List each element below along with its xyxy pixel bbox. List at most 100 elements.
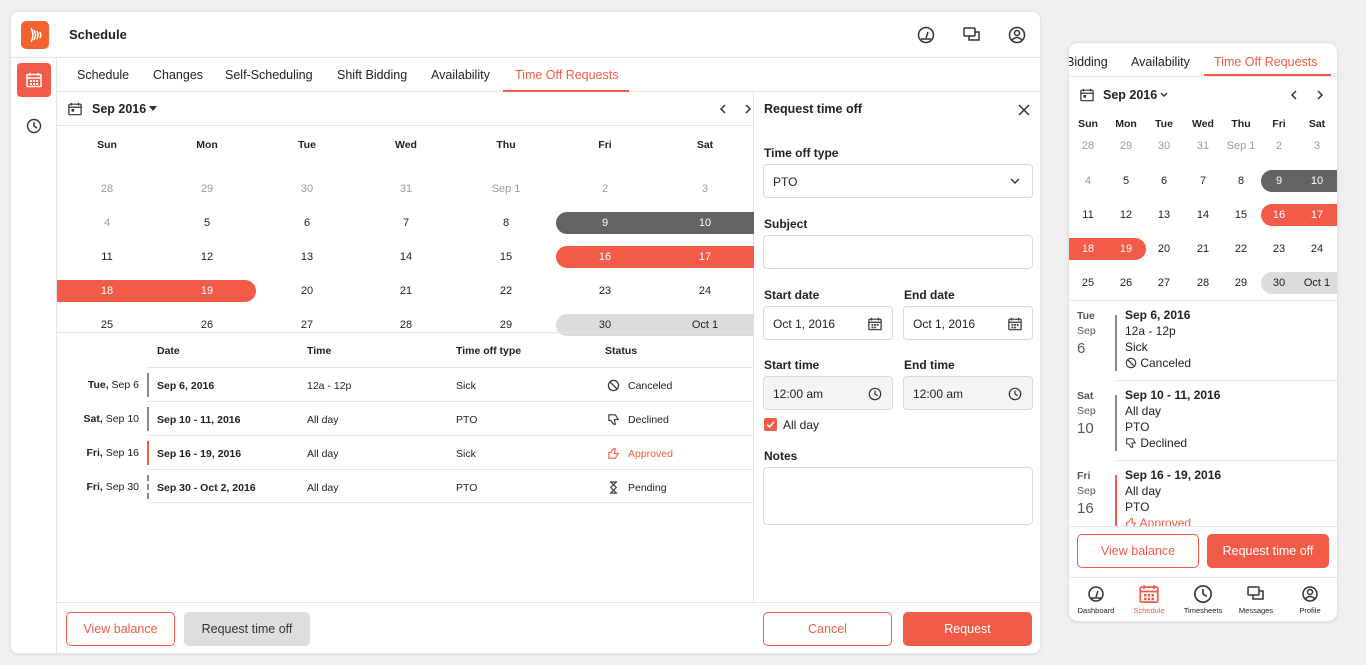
calendar-day[interactable]: Oct 1	[1298, 272, 1336, 294]
calendar-day[interactable]: 10	[655, 212, 755, 234]
table-row[interactable]: Sep 6, 2016 12a - 12p Sick Canceled	[147, 367, 754, 401]
calendar-day[interactable]: 26	[1107, 272, 1145, 294]
tab-time-off-requests[interactable]: Time Off Requests	[515, 68, 619, 82]
calendar-day[interactable]: 19	[157, 280, 257, 302]
calendar-day[interactable]: 8	[456, 212, 556, 234]
rail-schedule-button[interactable]	[17, 63, 51, 97]
request-button[interactable]: Request	[903, 612, 1032, 646]
calendar-day[interactable]: 31	[1184, 135, 1222, 157]
nav-messages[interactable]: Messages	[1229, 606, 1283, 615]
caret-down-icon[interactable]	[149, 106, 157, 112]
calendar-day[interactable]: 7	[1184, 170, 1222, 192]
calendar-day[interactable]: 21	[1184, 238, 1222, 260]
tab-self-scheduling[interactable]: Self-Scheduling	[225, 68, 313, 82]
calendar-day[interactable]: 3	[1298, 135, 1336, 157]
calendar-day[interactable]: 2	[555, 178, 655, 200]
calendar-day[interactable]: 30	[1260, 272, 1298, 294]
request-time-off-button[interactable]: Request time off	[184, 612, 310, 646]
calendar-day[interactable]: Sep 1	[1222, 135, 1260, 157]
calendar-icon[interactable]	[1008, 317, 1022, 331]
chevron-left-icon[interactable]	[717, 103, 729, 115]
calendar-day[interactable]: 20	[1145, 238, 1183, 260]
calendar-day[interactable]: 16	[1260, 204, 1298, 226]
calendar-icon[interactable]	[1139, 584, 1159, 604]
calendar-day[interactable]: 23	[555, 280, 655, 302]
calendar-day[interactable]: 17	[655, 246, 755, 268]
clock-icon[interactable]	[868, 387, 882, 401]
calendar-day[interactable]: 13	[257, 246, 357, 268]
calendar-day[interactable]: 29	[157, 178, 257, 200]
notes-textarea[interactable]	[763, 467, 1033, 525]
calendar-icon[interactable]	[868, 317, 882, 331]
profile-icon[interactable]	[1300, 584, 1320, 604]
calendar-day[interactable]: 22	[1222, 238, 1260, 260]
chevron-left-icon[interactable]	[1288, 89, 1300, 101]
start-date-input[interactable]: Oct 1, 2016	[763, 306, 893, 340]
calendar-day[interactable]: 5	[1107, 170, 1145, 192]
list-item[interactable]: Sep 16 - 19, 2016 All day PTO Approved	[1125, 467, 1221, 526]
calendar-day[interactable]: 8	[1222, 170, 1260, 192]
calendar-day[interactable]: 11	[57, 246, 157, 268]
calendar-day[interactable]: 31	[356, 178, 456, 200]
mobile-tab-bidding[interactable]: Bidding	[1069, 55, 1108, 69]
chevron-right-icon[interactable]	[742, 103, 754, 115]
calendar-day[interactable]: 12	[157, 246, 257, 268]
calendar-day[interactable]: 15	[456, 246, 556, 268]
mobile-tab-time-off-requests[interactable]: Time Off Requests	[1214, 55, 1318, 69]
calendar-day[interactable]: 18	[57, 280, 157, 302]
tab-changes[interactable]: Changes	[153, 68, 203, 82]
mobile-view-balance-button[interactable]: View balance	[1077, 534, 1199, 568]
calendar-day[interactable]: 20	[257, 280, 357, 302]
calendar-day[interactable]: 24	[655, 280, 755, 302]
time-off-type-select[interactable]: PTO	[763, 164, 1033, 198]
calendar-day[interactable]: 16	[555, 246, 655, 268]
messages-icon[interactable]	[1246, 584, 1266, 604]
calendar-day[interactable]: 18	[1069, 238, 1107, 260]
calendar-day[interactable]: 23	[1260, 238, 1298, 260]
calendar-day[interactable]: 29	[1222, 272, 1260, 294]
list-item[interactable]: Sep 10 - 11, 2016 All day PTO Declined	[1125, 387, 1220, 451]
calendar-day[interactable]: 4	[1069, 170, 1107, 192]
calendar-day[interactable]: 25	[1069, 272, 1107, 294]
table-row[interactable]: Sep 10 - 11, 2016 All day PTO Declined	[147, 401, 754, 435]
calendar-day[interactable]: 11	[1069, 204, 1107, 226]
chevron-right-icon[interactable]	[1314, 89, 1326, 101]
nav-dashboard[interactable]: Dashboard	[1069, 606, 1123, 615]
tab-schedule[interactable]: Schedule	[77, 68, 129, 82]
nav-schedule[interactable]: Schedule	[1122, 606, 1176, 615]
all-day-checkbox[interactable]	[764, 418, 777, 431]
view-balance-button[interactable]: View balance	[66, 612, 175, 646]
clock-icon[interactable]	[1193, 584, 1213, 604]
calendar-day[interactable]: 3	[655, 178, 755, 200]
calendar-day[interactable]: 9	[555, 212, 655, 234]
calendar-day[interactable]: 13	[1145, 204, 1183, 226]
table-row[interactable]: Sep 16 - 19, 2016 All day Sick Approved	[147, 435, 754, 469]
all-day-label[interactable]: All day	[783, 418, 819, 432]
tab-availability[interactable]: Availability	[431, 68, 490, 82]
calendar-day[interactable]: 10	[1298, 170, 1336, 192]
month-selector[interactable]: Sep 2016	[92, 102, 146, 116]
app-logo[interactable]	[21, 21, 49, 49]
nav-profile[interactable]: Profile	[1283, 606, 1337, 615]
calendar-day[interactable]: 15	[1222, 204, 1260, 226]
mobile-tab-availability[interactable]: Availability	[1131, 55, 1190, 69]
end-date-input[interactable]: Oct 1, 2016	[903, 306, 1033, 340]
calendar-day[interactable]: Sep 1	[456, 178, 556, 200]
calendar-day[interactable]: 30	[257, 178, 357, 200]
chevron-down-icon[interactable]	[1160, 92, 1168, 98]
calendar-day[interactable]: 21	[356, 280, 456, 302]
end-time-input[interactable]: 12:00 am	[903, 376, 1033, 410]
mobile-month-selector[interactable]: Sep 2016	[1103, 88, 1157, 102]
dashboard-gauge-icon[interactable]	[1086, 584, 1106, 604]
messages-icon[interactable]	[962, 25, 982, 45]
calendar-day[interactable]: 12	[1107, 204, 1145, 226]
profile-icon[interactable]	[1007, 25, 1027, 45]
calendar-day[interactable]: 14	[356, 246, 456, 268]
tab-shift-bidding[interactable]: Shift Bidding	[337, 68, 407, 82]
mobile-request-time-off-button[interactable]: Request time off	[1207, 534, 1329, 568]
calendar-day[interactable]: 22	[456, 280, 556, 302]
cancel-button[interactable]: Cancel	[763, 612, 892, 646]
list-item[interactable]: Sep 6, 2016 12a - 12p Sick Canceled	[1125, 307, 1191, 371]
calendar-day[interactable]: 27	[1145, 272, 1183, 294]
calendar-day[interactable]: 30	[1145, 135, 1183, 157]
